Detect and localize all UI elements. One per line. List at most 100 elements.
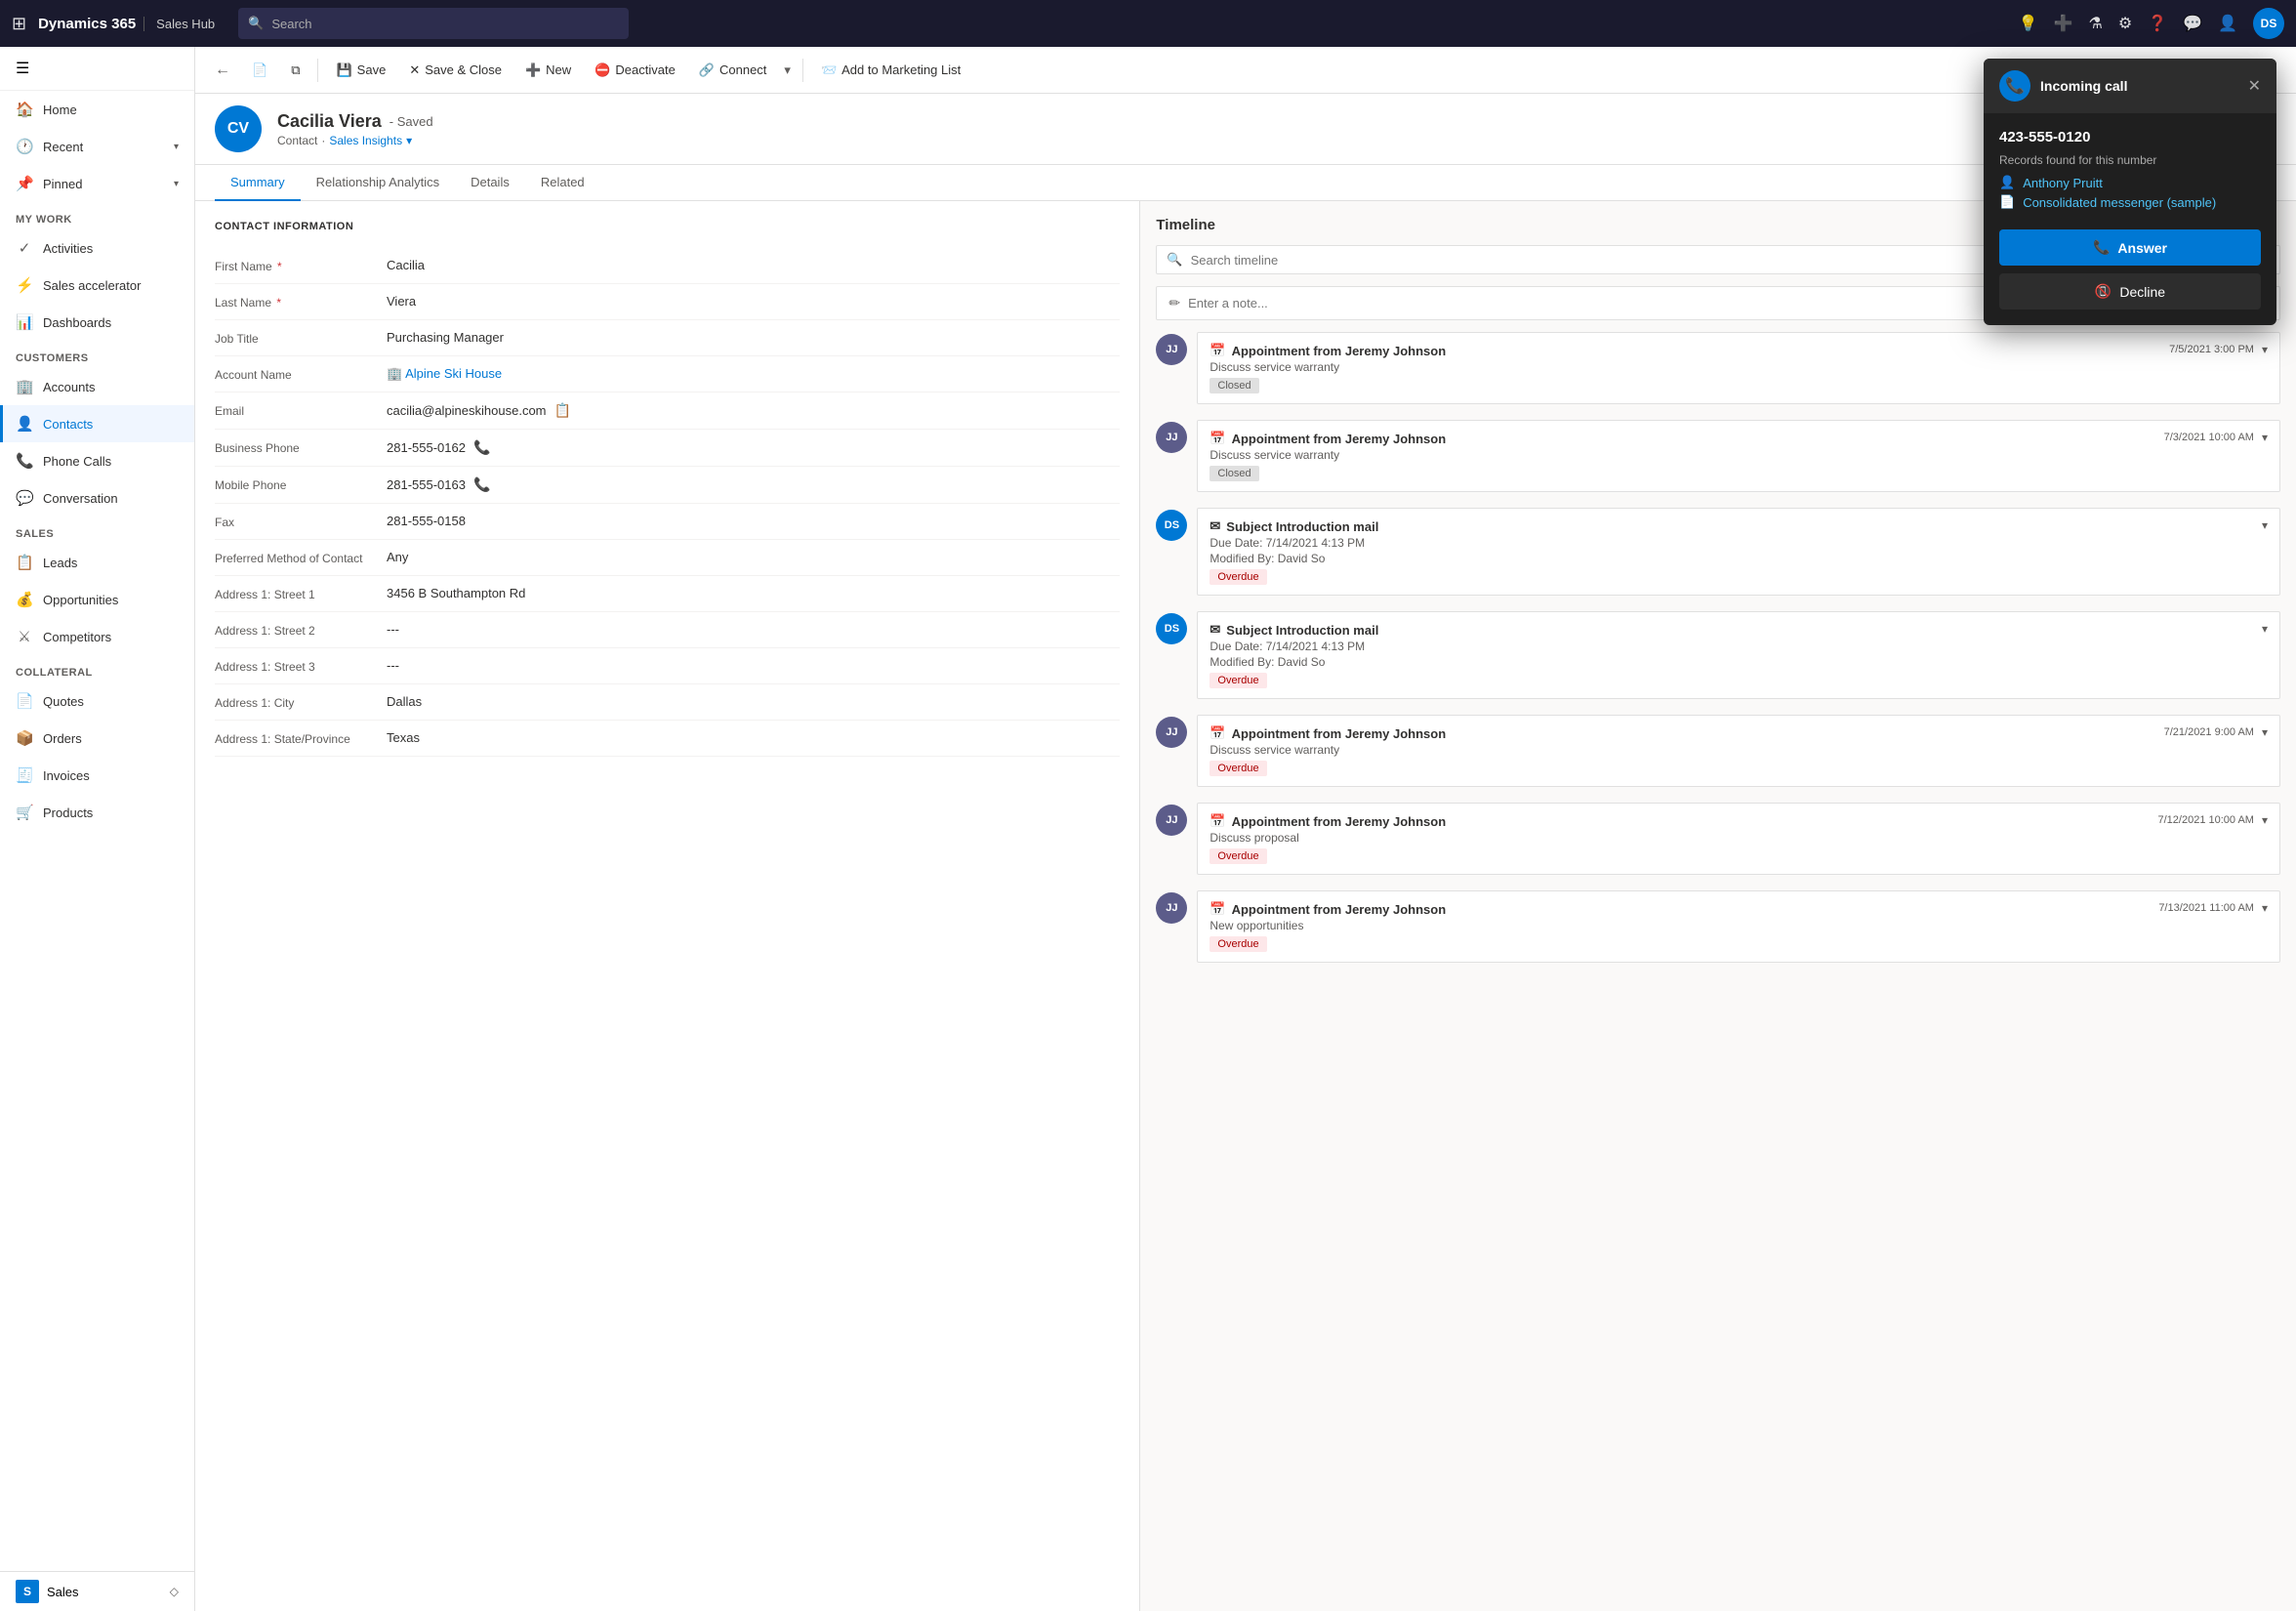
- popup-close-button[interactable]: ✕: [2248, 76, 2261, 96]
- field-value: 🏢 Alpine Ski House: [387, 366, 1120, 382]
- sidebar-label-activities: Activities: [43, 241, 179, 256]
- status-badge: Overdue: [1210, 673, 1266, 688]
- add-marketing-button[interactable]: 📨 Add to Marketing List: [811, 57, 970, 84]
- sidebar-item-sales-accelerator[interactable]: ⚡ Sales accelerator: [0, 267, 194, 304]
- tab-relationship[interactable]: Relationship Analytics: [301, 165, 455, 201]
- sidebar-collapse-btn[interactable]: ☰: [0, 47, 194, 91]
- field-row: Last Name *Viera: [215, 284, 1120, 320]
- field-label: Email: [215, 402, 371, 418]
- record-meta: Contact · Sales Insights ▾: [277, 134, 433, 147]
- sidebar-item-contacts[interactable]: 👤 Contacts: [0, 405, 194, 442]
- save-label: Save: [357, 62, 387, 77]
- tab-summary[interactable]: Summary: [215, 165, 301, 201]
- sidebar-item-competitors[interactable]: ⚔ Competitors: [0, 618, 194, 655]
- timeline-expand-icon[interactable]: ▾: [2262, 518, 2268, 532]
- popup-records-label: Records found for this number: [1999, 153, 2261, 167]
- timeline-item-subtitle: Discuss service warranty: [1210, 360, 1446, 374]
- sidebar-item-invoices[interactable]: 🧾 Invoices: [0, 757, 194, 794]
- page-icon-btn[interactable]: 📄: [242, 57, 277, 84]
- search-bar[interactable]: 🔍: [238, 8, 629, 39]
- timeline-date: 7/12/2021 10:00 AM: [2158, 814, 2254, 826]
- sidebar-item-products[interactable]: 🛒 Products: [0, 794, 194, 831]
- connect-button[interactable]: 🔗 Connect: [689, 57, 777, 84]
- sidebar-label-phone-calls: Phone Calls: [43, 454, 179, 469]
- save-button[interactable]: 💾 Save: [326, 57, 395, 84]
- timeline-expand-icon[interactable]: ▾: [2262, 813, 2268, 827]
- sidebar-item-phone-calls[interactable]: 📞 Phone Calls: [0, 442, 194, 479]
- competitors-icon: ⚔: [16, 628, 33, 645]
- back-button[interactable]: ←: [207, 56, 238, 85]
- status-badge: Overdue: [1210, 936, 1266, 952]
- record-saved-status: - Saved: [390, 114, 433, 129]
- phone-call-icon[interactable]: 📞: [473, 476, 490, 493]
- popup-record-anthony-label: Anthony Pruitt: [2023, 176, 2103, 190]
- sidebar-item-conversation[interactable]: 💬 Conversation: [0, 479, 194, 516]
- popup-actions: 📞 Answer 📵 Decline: [1984, 229, 2276, 325]
- sidebar-label-orders: Orders: [43, 731, 179, 746]
- field-label: Address 1: State/Province: [215, 730, 371, 746]
- sidebar-item-opportunities[interactable]: 💰 Opportunities: [0, 581, 194, 618]
- sidebar-item-home[interactable]: 🏠 Home: [0, 91, 194, 128]
- email-copy-icon[interactable]: 📋: [554, 402, 571, 419]
- timeline-item-title: ✉ Subject Introduction mail: [1210, 622, 1378, 638]
- timeline-expand-icon[interactable]: ▾: [2262, 622, 2268, 636]
- sidebar-item-pinned[interactable]: 📌 Pinned ▾: [0, 165, 194, 202]
- sidebar-item-accounts[interactable]: 🏢 Accounts: [0, 368, 194, 405]
- timeline-item-title: 📅 Appointment from Jeremy Johnson: [1210, 813, 1446, 829]
- decline-button[interactable]: 📵 Decline: [1999, 273, 2261, 310]
- new-button[interactable]: ➕ New: [515, 57, 581, 84]
- sidebar-item-sales-bottom[interactable]: S Sales ◇: [0, 1571, 194, 1611]
- decline-label: Decline: [2119, 284, 2165, 300]
- toolbar-more-dropdown[interactable]: ▾: [780, 57, 795, 84]
- timeline-expand-icon[interactable]: ▾: [2262, 343, 2268, 356]
- user-icon[interactable]: 👤: [2218, 14, 2237, 33]
- duplicate-btn[interactable]: ⧉: [281, 57, 309, 84]
- timeline-item-subtitle: Discuss service warranty: [1210, 448, 1446, 462]
- new-label: New: [546, 62, 571, 77]
- timeline-expand-icon[interactable]: ▾: [2262, 725, 2268, 739]
- filter-icon[interactable]: ⚗: [2089, 14, 2103, 33]
- record-enriched-link[interactable]: Sales Insights ▾: [329, 134, 412, 147]
- accelerator-icon: ⚡: [16, 276, 33, 294]
- popup-record-consolidated[interactable]: 📄 Consolidated messenger (sample): [1999, 194, 2261, 210]
- timeline-search-icon: 🔍: [1167, 252, 1182, 268]
- timeline-content: 📅 Appointment from Jeremy JohnsonDiscuss…: [1197, 332, 2280, 404]
- sidebar-item-leads[interactable]: 📋 Leads: [0, 544, 194, 581]
- help-icon[interactable]: ❓: [2148, 14, 2167, 33]
- lightbulb-icon[interactable]: 💡: [2019, 14, 2038, 33]
- sidebar-item-recent[interactable]: 🕐 Recent ▾: [0, 128, 194, 165]
- sidebar-item-dashboards[interactable]: 📊 Dashboards: [0, 304, 194, 341]
- brand: Dynamics 365 Sales Hub: [38, 16, 215, 32]
- deactivate-button[interactable]: ⛔ Deactivate: [585, 57, 685, 84]
- user-avatar[interactable]: DS: [2253, 8, 2284, 39]
- record-name: Cacilia Viera - Saved: [277, 111, 433, 132]
- tab-details[interactable]: Details: [455, 165, 525, 201]
- timeline-item-subtitle: Discuss service warranty: [1210, 743, 1446, 757]
- timeline-avatar: JJ: [1156, 892, 1187, 924]
- field-row: Address 1: Street 2---: [215, 612, 1120, 648]
- opportunities-icon: 💰: [16, 591, 33, 608]
- field-value: 3456 B Southampton Rd: [387, 586, 1120, 600]
- timeline-avatar: DS: [1156, 613, 1187, 644]
- sidebar-item-activities[interactable]: ✓ Activities: [0, 229, 194, 267]
- popup-record-anthony[interactable]: 👤 Anthony Pruitt: [1999, 175, 2261, 190]
- chat-icon[interactable]: 💬: [2183, 14, 2202, 33]
- sidebar-item-quotes[interactable]: 📄 Quotes: [0, 682, 194, 720]
- save-close-button[interactable]: ✕ Save & Close: [399, 57, 512, 84]
- sales-bottom-icon: S: [16, 1580, 39, 1603]
- grid-menu-icon[interactable]: ⊞: [12, 14, 26, 34]
- section-collateral: Collateral: [0, 655, 194, 682]
- timeline-expand-icon[interactable]: ▾: [2262, 431, 2268, 444]
- timeline-content: 📅 Appointment from Jeremy JohnsonNew opp…: [1197, 890, 2280, 963]
- timeline-expand-icon[interactable]: ▾: [2262, 901, 2268, 915]
- incoming-call-icon: 📞: [1999, 70, 2030, 102]
- sidebar: ☰ 🏠 Home 🕐 Recent ▾ 📌 Pinned ▾ My Work ✓…: [0, 47, 195, 1611]
- search-input[interactable]: [271, 17, 619, 31]
- account-link[interactable]: 🏢 Alpine Ski House: [387, 366, 502, 382]
- plus-icon[interactable]: ➕: [2054, 14, 2073, 33]
- answer-button[interactable]: 📞 Answer: [1999, 229, 2261, 266]
- phone-call-icon[interactable]: 📞: [473, 439, 490, 456]
- sidebar-item-orders[interactable]: 📦 Orders: [0, 720, 194, 757]
- tab-related[interactable]: Related: [525, 165, 600, 201]
- settings-icon[interactable]: ⚙: [2118, 14, 2132, 33]
